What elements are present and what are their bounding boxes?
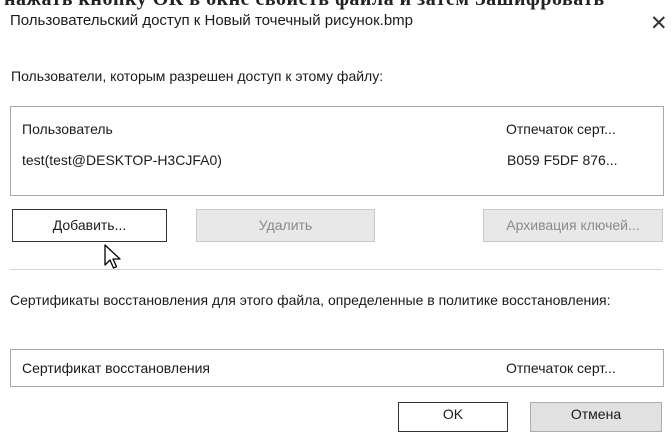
clipped-heading-fragment: нажать кнопку ОК в окне свойств файла и … [0,0,671,10]
recovery-certificates-list[interactable]: Сертификат восстановления Отпечаток серт… [10,349,664,387]
user-cell: test(test@DESKTOP-H3CJFA0) [22,152,222,168]
ok-button[interactable]: OK [398,402,508,432]
column-header-user[interactable]: Пользователь [22,121,113,137]
cancel-button[interactable]: Отмена [530,402,662,432]
table-row[interactable]: test(test@DESKTOP-H3CJFA0) B059 F5DF 876… [11,147,663,175]
remove-button[interactable]: Удалить [196,209,375,242]
thumbprint-cell: B059 F5DF 876... [507,152,618,168]
mouse-pointer-icon [104,244,122,276]
close-icon[interactable]: ✕ [650,10,668,38]
window-title: Пользовательский доступ к Новый точечный… [10,12,414,29]
column-header-thumbprint[interactable]: Отпечаток серт... [506,121,616,137]
add-button[interactable]: Добавить... [12,209,167,242]
recovery-section-label: Сертификаты восстановления для этого фай… [10,292,611,308]
column-header-recovery-certificate[interactable]: Сертификат восстановления [22,360,210,376]
users-section-label: Пользователи, которым разрешен доступ к … [11,68,384,84]
section-divider [10,269,662,270]
users-list[interactable]: Пользователь Отпечаток серт... test(test… [10,106,664,196]
backup-keys-button[interactable]: Архивация ключей... [483,209,663,242]
column-header-recovery-thumbprint[interactable]: Отпечаток серт... [506,360,616,376]
clipped-heading-text: нажать кнопку ОК в окне свойств файла и … [4,0,671,10]
